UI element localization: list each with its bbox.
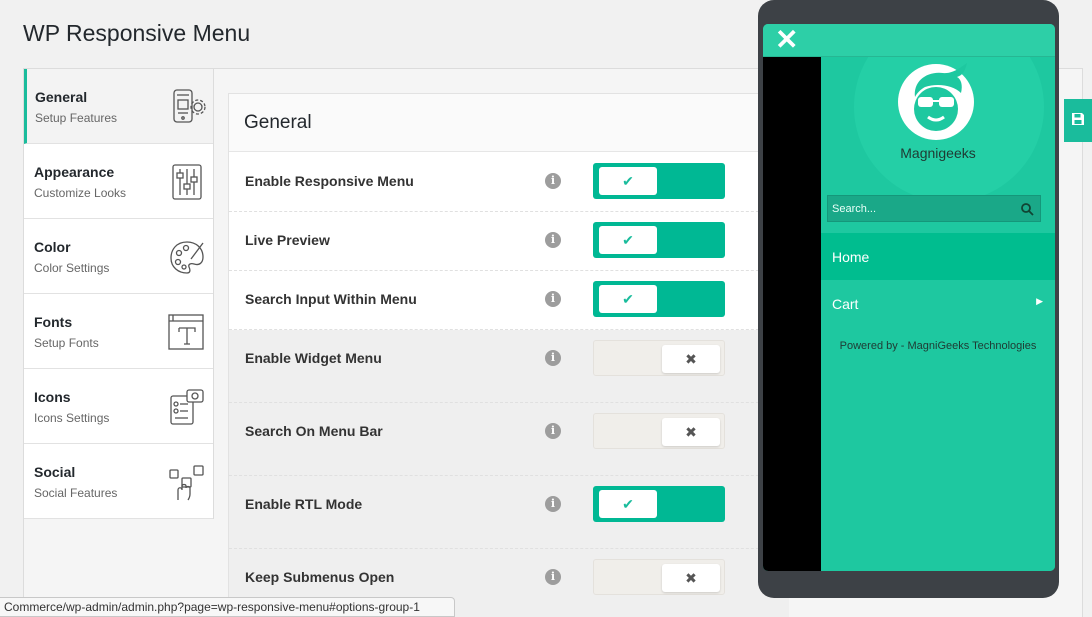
setting-label: Live Preview [245,232,330,248]
sidebar-item-title: Icons [34,389,71,405]
setting-row: Search Input Within Menu i ✔ [229,271,789,330]
check-icon: ✔ [599,167,657,195]
setting-toggle[interactable]: ✖ [593,413,725,449]
sidebar-item-title: Appearance [34,164,115,180]
setting-toggle[interactable]: ✔ [593,222,725,258]
sidebar-item-title: Color [34,239,71,255]
sidebar-item-subtitle: Color Settings [34,261,110,275]
mobile-preview: ✕ Magnigeeks Search... Home Cart ▶ Power… [758,0,1059,598]
setting-row: Enable RTL Mode i ✔ [229,476,789,549]
sidebar-item-fonts[interactable]: Fonts Setup Fonts [24,294,213,369]
cross-icon: ✖ [662,345,720,373]
check-icon: ✔ [599,285,657,313]
sidebar-item-title: Fonts [34,314,73,330]
preview-menu-item-cart[interactable]: Cart ▶ [821,280,1055,327]
sidebar-item-title: Social [34,464,76,480]
magnigeeks-logo [898,63,974,140]
font-icon [168,314,204,350]
sidebar-item-social[interactable]: Social Social Features [24,444,213,519]
social-hand-icon [169,465,204,501]
sidebar-item-subtitle: Icons Settings [34,411,110,425]
setting-row: Search On Menu Bar i ✖ [229,403,789,476]
setting-label: Enable Widget Menu [245,350,382,366]
setting-row: Live Preview i ✔ [229,212,789,271]
palette-icon [170,241,204,274]
sidebar-item-appearance[interactable]: Appearance Customize Looks [24,144,213,219]
sidebar-item-subtitle: Setup Fonts [34,336,99,350]
sliders-icon [172,164,202,200]
setting-toggle[interactable]: ✔ [593,486,725,522]
page-title: WP Responsive Menu [23,20,251,46]
powered-by: Powered by - MagniGeeks Technologies [839,340,1037,352]
status-url: Commerce/wp-admin/admin.php?page=wp-resp… [0,597,455,617]
setting-toggle[interactable]: ✖ [593,559,725,595]
setting-label: Search Input Within Menu [245,291,417,307]
setting-label: Search On Menu Bar [245,423,383,439]
info-icon[interactable]: i [545,350,561,366]
setting-label: Keep Submenus Open [245,569,395,585]
setting-toggle[interactable]: ✖ [593,340,725,376]
preview-screen: ✕ Magnigeeks Search... Home Cart ▶ Power… [763,24,1055,571]
sidebar-item-subtitle: Customize Looks [34,186,127,200]
check-icon: ✔ [599,226,657,254]
info-icon[interactable]: i [545,423,561,439]
search-placeholder: Search... [832,203,877,215]
setting-row: Enable Responsive Menu i ✔ [229,153,789,212]
sidebar-item-subtitle: Social Features [34,486,118,500]
cross-icon: ✖ [662,564,720,592]
preview-search-input[interactable]: Search... [827,195,1041,222]
close-icon[interactable]: ✕ [775,26,798,54]
menu-item-label: Home [832,249,870,265]
preview-menu-item-home[interactable]: Home [821,233,1055,280]
settings-sidebar: General Setup Features Appearance Custom… [24,69,214,519]
setting-label: Enable Responsive Menu [245,173,414,189]
setting-toggle[interactable]: ✔ [593,163,725,199]
setting-toggle[interactable]: ✔ [593,281,725,317]
cross-icon: ✖ [662,418,720,446]
preview-menu: Magnigeeks Search... Home Cart ▶ Powered… [821,57,1055,571]
icons-grid-icon [170,389,204,425]
sidebar-item-icons[interactable]: Icons Icons Settings [24,369,213,444]
search-icon[interactable] [1020,202,1034,216]
check-icon: ✔ [599,490,657,518]
info-icon[interactable]: i [545,569,561,585]
submenu-arrow-icon[interactable]: ▶ [1036,296,1043,307]
panel-title: General [229,94,787,152]
setting-label: Enable RTL Mode [245,496,363,512]
sidebar-item-subtitle: Setup Features [35,111,118,125]
mobile-settings-icon [173,89,206,123]
setting-row: Enable Widget Menu i ✖ [229,330,789,403]
sidebar-item-color[interactable]: Color Color Settings [24,219,213,294]
save-icon [1072,113,1084,125]
save-button[interactable] [1064,99,1092,142]
preview-page-area [763,57,821,571]
info-icon[interactable]: i [545,173,561,189]
sidebar-item-title: General [35,89,88,105]
preview-topbar: ✕ [763,24,1055,57]
sidebar-item-general[interactable]: General Setup Features [24,69,213,144]
brand-name: Magnigeeks [900,145,976,161]
info-icon[interactable]: i [545,496,561,512]
info-icon[interactable]: i [545,232,561,248]
info-icon[interactable]: i [545,291,561,307]
menu-item-label: Cart [832,296,859,312]
